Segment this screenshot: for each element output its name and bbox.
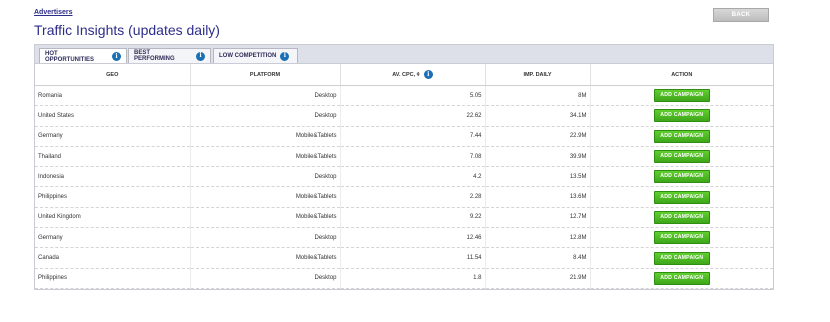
back-button[interactable]: BACK — [713, 8, 769, 22]
geo-cell: Philippines — [35, 186, 191, 208]
cpc-cell: 2.28 — [340, 186, 486, 208]
platform-cell: Desktop — [190, 85, 341, 107]
add-campaign-button[interactable]: ADD CAMPAIGN — [653, 210, 710, 224]
add-campaign-button[interactable]: ADD CAMPAIGN — [653, 150, 710, 164]
imp-cell: 39.9M — [485, 146, 591, 168]
table-row: Germany Mobile&Tablets 7.44 22.9M ADD CAMPAI… — [35, 126, 773, 147]
action-cell: ADD CAMPAIGN — [590, 146, 773, 168]
platform-cell: Mobile&Tablets — [190, 186, 341, 208]
imp-cell: 22.9M — [485, 126, 591, 147]
info-icon[interactable]: i — [280, 51, 290, 61]
tab-label: HOT OPPORTUNITIES — [45, 50, 95, 63]
info-icon[interactable]: i — [196, 51, 205, 61]
tab-bar: HOT OPPORTUNITIES i BEST PERFORMING i LO… — [34, 44, 774, 64]
cpc-cell: 4.2 — [340, 166, 486, 188]
page: Advertisers Traffic Insights (updates da… — [0, 0, 830, 322]
add-campaign-button[interactable]: ADD CAMPAIGN — [653, 109, 710, 123]
column-header-platform[interactable]: PLATFORM — [190, 64, 341, 86]
action-cell: ADD CAMPAIGN — [590, 85, 773, 107]
platform-cell: Desktop — [190, 105, 341, 127]
platform-cell: Mobile&Tablets — [190, 247, 341, 269]
add-campaign-button[interactable]: ADD CAMPAIGN — [653, 271, 710, 285]
geo-cell: Germany — [35, 126, 191, 147]
cpc-cell: 1.8 — [340, 268, 486, 289]
tab-label: LOW COMPETITION — [219, 53, 277, 59]
page-title: Traffic Insights (updates daily) — [34, 22, 220, 38]
platform-cell: Desktop — [190, 268, 341, 289]
geo-cell: United Kingdom — [35, 207, 191, 229]
imp-cell: 13.5M — [485, 166, 591, 188]
table-row: Philippines Mobile&Tablets 2.28 13.6M ADD CA… — [35, 186, 773, 208]
tab-label: BEST PERFORMING — [134, 50, 175, 62]
cpc-cell: 5.05 — [340, 85, 486, 107]
action-cell: ADD CAMPAIGN — [590, 166, 773, 188]
info-icon[interactable]: i — [423, 70, 433, 79]
cpc-cell: 7.44 — [340, 126, 486, 147]
action-cell: ADD CAMPAIGN — [590, 207, 773, 229]
column-header-cpc[interactable]: AV. CPC, ¢ i — [340, 64, 486, 86]
cpc-cell: 7.08 — [340, 146, 486, 168]
geo-cell: Romania — [35, 85, 191, 107]
table-row: Romania Desktop 5.05 8M ADD CAMPAIGN — [35, 85, 773, 107]
table-row: Canada Mobile&Tablets 11.54 8.4M ADD CAMPAIG… — [35, 247, 773, 269]
cpc-cell: 9.22 — [340, 207, 486, 229]
platform-cell: Mobile&Tablets — [190, 207, 341, 229]
action-cell: ADD CAMPAIGN — [590, 268, 773, 289]
platform-cell: Desktop — [190, 166, 341, 188]
action-cell: ADD CAMPAIGN — [590, 105, 773, 127]
imp-cell: 34.1M — [485, 105, 591, 127]
imp-cell: 8M — [485, 85, 591, 107]
geo-cell: Philippines — [35, 268, 191, 289]
column-header-action: ACTION — [590, 64, 773, 86]
add-campaign-button[interactable]: ADD CAMPAIGN — [653, 190, 710, 204]
cpc-cell: 22.62 — [340, 105, 486, 127]
table-row: Philippines Desktop 1.8 21.9M ADD CAMPAIGN — [35, 268, 773, 289]
platform-cell: Mobile&Tablets — [190, 126, 341, 147]
imp-cell: 12.8M — [485, 227, 591, 249]
imp-cell: 8.4M — [485, 247, 591, 269]
imp-cell: 13.6M — [485, 186, 591, 208]
geo-cell: Thailand — [35, 146, 191, 168]
cpc-cell: 11.54 — [340, 247, 486, 269]
tab-low-competition[interactable]: LOW COMPETITION i — [213, 48, 298, 63]
platform-cell: Mobile&Tablets — [190, 146, 341, 168]
column-header-geo[interactable]: GEO — [35, 64, 191, 86]
table-row: Thailand Mobile&Tablets 7.08 39.9M ADD CAMPA… — [35, 146, 773, 168]
add-campaign-button[interactable]: ADD CAMPAIGN — [653, 170, 710, 184]
tab-best-performing[interactable]: BEST PERFORMING i — [128, 48, 211, 63]
cpc-header-label: AV. CPC, ¢ — [392, 71, 420, 78]
imp-cell: 12.7M — [485, 207, 591, 229]
table-row: Indonesia Desktop 4.2 13.5M ADD CAMPAIGN — [35, 166, 773, 188]
table-row: Germany Desktop 12.46 12.8M ADD CAMPAIGN — [35, 227, 773, 249]
breadcrumb-advertisers[interactable]: Advertisers — [34, 9, 73, 16]
geo-cell: Canada — [35, 247, 191, 269]
action-cell: ADD CAMPAIGN — [590, 186, 773, 208]
table-header-row: GEO PLATFORM AV. CPC, ¢ i IMP. DAILY ACT… — [35, 64, 773, 86]
insights-table: GEO PLATFORM AV. CPC, ¢ i IMP. DAILY ACT… — [34, 63, 774, 290]
column-header-imp[interactable]: IMP. DAILY — [485, 64, 591, 86]
geo-cell: Germany — [35, 227, 191, 249]
action-cell: ADD CAMPAIGN — [590, 227, 773, 249]
table-row: United States Desktop 22.62 34.1M ADD CAMPAI… — [35, 105, 773, 127]
cpc-cell: 12.46 — [340, 227, 486, 249]
geo-cell: Indonesia — [35, 166, 191, 188]
imp-cell: 21.9M — [485, 268, 591, 289]
info-icon[interactable]: i — [112, 52, 121, 61]
add-campaign-button[interactable]: ADD CAMPAIGN — [653, 251, 710, 265]
add-campaign-button[interactable]: ADD CAMPAIGN — [653, 129, 710, 143]
platform-cell: Desktop — [190, 227, 341, 249]
tab-hot-opportunities[interactable]: HOT OPPORTUNITIES i — [39, 48, 127, 64]
action-cell: ADD CAMPAIGN — [590, 247, 773, 269]
action-cell: ADD CAMPAIGN — [590, 126, 773, 147]
add-campaign-button[interactable]: ADD CAMPAIGN — [653, 89, 710, 103]
add-campaign-button[interactable]: ADD CAMPAIGN — [653, 231, 710, 245]
table-row: United Kingdom Mobile&Tablets 9.22 12.7M ADD… — [35, 207, 773, 229]
geo-cell: United States — [35, 105, 191, 127]
